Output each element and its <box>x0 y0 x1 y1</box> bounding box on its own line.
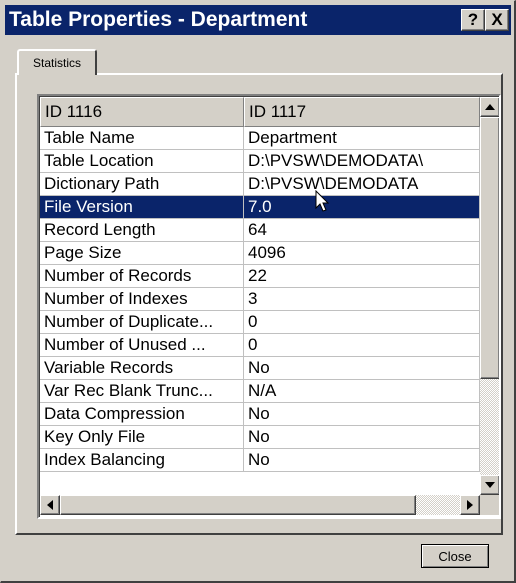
table-row[interactable]: Record Length 64 <box>40 219 480 242</box>
property-name-cell[interactable]: Dictionary Path <box>40 173 244 196</box>
arrow-left-icon <box>47 500 53 510</box>
property-value-cell[interactable]: No <box>244 449 480 472</box>
scroll-down-button[interactable] <box>480 475 499 495</box>
close-button[interactable]: Close <box>421 544 489 568</box>
grid-header: ID 1116 ID 1117 <box>40 97 480 127</box>
property-value-cell[interactable]: 0 <box>244 334 480 357</box>
table-properties-dialog: Table Properties - Department ? X Statis… <box>0 0 516 583</box>
mouse-cursor-icon <box>315 190 330 212</box>
table-row[interactable]: Number of Indexes 3 <box>40 288 480 311</box>
property-value-cell[interactable]: 0 <box>244 311 480 334</box>
arrow-down-icon <box>485 482 495 488</box>
scroll-up-button[interactable] <box>480 97 499 117</box>
table-row[interactable]: Number of Duplicate... 0 <box>40 311 480 334</box>
property-value-cell[interactable]: 7.0 <box>244 196 480 219</box>
property-value-cell[interactable]: N/A <box>244 380 480 403</box>
scrollbar-corner <box>480 495 499 515</box>
property-value-cell[interactable]: No <box>244 426 480 449</box>
property-name-cell[interactable]: Number of Records <box>40 265 244 288</box>
window-title: Table Properties - Department <box>9 8 308 31</box>
table-row[interactable]: Number of Unused ... 0 <box>40 334 480 357</box>
table-row[interactable]: Key Only File No <box>40 426 480 449</box>
vertical-scroll-thumb[interactable] <box>480 117 499 379</box>
table-row[interactable]: Data Compression No <box>40 403 480 426</box>
property-name-cell[interactable]: Record Length <box>40 219 244 242</box>
property-name-cell[interactable]: Table Location <box>40 150 244 173</box>
table-row[interactable]: Table Name Department <box>40 127 480 150</box>
property-name-cell[interactable]: Key Only File <box>40 426 244 449</box>
arrow-right-icon <box>467 500 473 510</box>
property-value-cell[interactable]: 3 <box>244 288 480 311</box>
property-name-cell[interactable]: File Version <box>40 196 244 219</box>
table-row[interactable]: Variable Records No <box>40 357 480 380</box>
property-name-cell[interactable]: Page Size <box>40 242 244 265</box>
property-name-cell[interactable]: Index Balancing <box>40 449 244 472</box>
column-header-value[interactable]: ID 1117 <box>244 97 480 127</box>
property-name-cell[interactable]: Table Name <box>40 127 244 150</box>
table-row[interactable]: File Version 7.0 <box>40 196 480 219</box>
property-value-cell[interactable]: No <box>244 357 480 380</box>
property-value-cell[interactable]: D:\PVSW\DEMODATA <box>244 173 480 196</box>
property-value-cell[interactable]: 64 <box>244 219 480 242</box>
table-row[interactable]: Page Size 4096 <box>40 242 480 265</box>
property-value-cell[interactable]: 4096 <box>244 242 480 265</box>
property-name-cell[interactable]: Data Compression <box>40 403 244 426</box>
property-value-cell[interactable]: No <box>244 403 480 426</box>
close-button-label: Close <box>438 548 472 564</box>
tab-statistics[interactable]: Statistics <box>17 49 97 75</box>
arrow-up-icon <box>485 104 495 110</box>
scroll-right-button[interactable] <box>460 495 480 515</box>
grid-rows: Table Name Department Table Location D:\PVS… <box>40 127 480 495</box>
property-value-cell[interactable]: D:\PVSW\DEMODATA\ <box>244 150 480 173</box>
property-name-cell[interactable]: Variable Records <box>40 357 244 380</box>
help-icon: ? <box>467 10 479 29</box>
table-row[interactable]: Var Rec Blank Trunc... N/A <box>40 380 480 403</box>
property-name-cell[interactable]: Number of Duplicate... <box>40 311 244 334</box>
scroll-left-button[interactable] <box>40 495 60 515</box>
property-name-cell[interactable]: Var Rec Blank Trunc... <box>40 380 244 403</box>
window-close-button[interactable]: X <box>485 9 509 31</box>
column-header-property[interactable]: ID 1116 <box>40 97 244 127</box>
tab-label: Statistics <box>32 56 81 70</box>
properties-grid: ID 1116 ID 1117 Table Name Department Tabl… <box>37 94 501 519</box>
grid-body: ID 1116 ID 1117 Table Name Department Tabl… <box>39 96 499 517</box>
horizontal-scroll-thumb[interactable] <box>60 495 416 515</box>
table-row[interactable]: Dictionary Path D:\PVSW\DEMODATA <box>40 173 480 196</box>
vertical-scrollbar[interactable] <box>480 97 499 495</box>
table-row[interactable]: Index Balancing No <box>40 449 480 472</box>
title-bar[interactable]: Table Properties - Department ? X <box>5 5 511 35</box>
property-name-cell[interactable]: Number of Indexes <box>40 288 244 311</box>
property-value-cell[interactable]: Department <box>244 127 480 150</box>
help-button[interactable]: ? <box>461 9 485 31</box>
horizontal-scrollbar[interactable] <box>40 495 480 515</box>
property-name-cell[interactable]: Number of Unused ... <box>40 334 244 357</box>
table-row[interactable]: Table Location D:\PVSW\DEMODATA\ <box>40 150 480 173</box>
table-row[interactable]: Number of Records 22 <box>40 265 480 288</box>
property-value-cell[interactable]: 22 <box>244 265 480 288</box>
close-icon: X <box>491 10 503 29</box>
